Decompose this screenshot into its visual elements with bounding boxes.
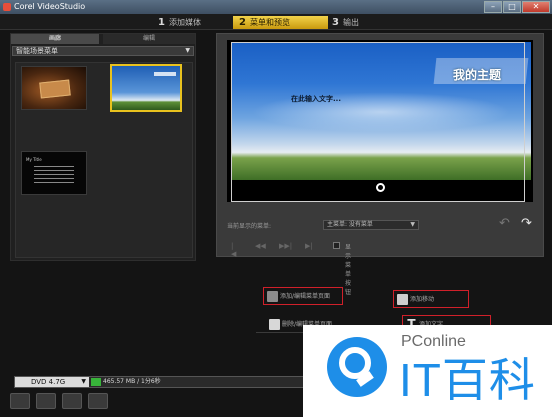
step-number: 1 — [158, 17, 165, 28]
motion-icon — [397, 294, 408, 305]
template-thumbnails: My Title — [15, 62, 193, 258]
first-page-button[interactable]: |◀ — [231, 242, 236, 258]
title-bar: Corel VideoStudio — [0, 0, 552, 14]
last-page-button[interactable]: ▶| — [305, 242, 313, 250]
prev-page-button[interactable]: ◀◀ — [255, 242, 266, 250]
watermark: PConline IT百科 — [303, 325, 552, 417]
add-page-icon — [267, 291, 278, 302]
gear-icon[interactable] — [36, 393, 56, 409]
show-menu-buttons-checkbox[interactable] — [333, 242, 340, 249]
step-label: 菜单和预览 — [249, 18, 290, 27]
template-library-panel: 画廊 编辑 智能场景菜单 ▼ My Title — [10, 33, 196, 261]
add-menu-page-button[interactable]: 添加/编辑菜单页面 — [263, 287, 343, 305]
template-thumb-1[interactable] — [21, 66, 87, 110]
disc-usage-text: 465.57 MB / 1分6秒 — [103, 378, 161, 385]
step-label: 输出 — [342, 18, 359, 27]
button-label: 添加移动 — [410, 296, 435, 303]
chevron-down-icon: ▼ — [410, 221, 415, 228]
close-button[interactable]: ✕ — [522, 1, 550, 13]
add-motion-button[interactable]: 添加移动 — [393, 290, 469, 308]
settings-icon[interactable] — [10, 393, 30, 409]
current-menu-value: 主菜单: 没有菜单 — [327, 221, 373, 228]
template-thumb-3[interactable]: My Title — [21, 151, 87, 195]
step-number: 3 — [332, 17, 339, 28]
current-menu-row: 当前显示的菜单: 主菜单: 没有菜单 ▼ ↶ ↷ — [227, 216, 533, 232]
undo-icon[interactable]: ↶ — [499, 216, 510, 231]
bottom-toolbar — [10, 393, 108, 409]
thumb-heading: My Title — [26, 157, 42, 162]
minimize-button[interactable]: – — [484, 1, 502, 13]
step-menu-preview[interactable]: 2 菜单和预览 — [233, 16, 328, 29]
disc-type-value: DVD 4.7G — [31, 378, 66, 386]
maximize-button[interactable]: □ — [503, 1, 521, 13]
pconline-logo-icon — [327, 337, 387, 397]
printer-icon[interactable] — [88, 393, 108, 409]
template-thumb-2-selected[interactable] — [110, 64, 182, 112]
tab-gallery[interactable]: 画廊 — [11, 34, 99, 44]
chevron-down-icon: ▼ — [185, 47, 190, 54]
current-menu-select[interactable]: 主菜单: 没有菜单 ▼ — [323, 220, 419, 230]
step-output[interactable]: 3 输出 — [332, 16, 392, 29]
step-label: 添加媒体 — [168, 18, 201, 27]
delete-page-icon — [269, 319, 280, 330]
window-controls: – □ ✕ — [484, 1, 550, 13]
watermark-brand-cn: IT百科 — [399, 354, 536, 406]
next-page-button[interactable]: ▶▶| — [279, 242, 292, 250]
current-menu-label: 当前显示的菜单: — [227, 223, 272, 230]
chevron-down-icon: ▼ — [81, 378, 86, 385]
disc-usage-fill — [91, 378, 101, 386]
play-icon[interactable] — [376, 183, 385, 192]
preview-screen[interactable]: 我的主题 在此输入文字... — [227, 40, 533, 202]
button-label: 添加/编辑菜单页面 — [280, 293, 331, 300]
disc-type-select[interactable]: DVD 4.7G ▼ — [15, 377, 89, 387]
redo-icon[interactable]: ↷ — [521, 216, 532, 231]
title-safe-frame — [231, 42, 525, 202]
tab-edit[interactable]: 编辑 — [103, 34, 195, 44]
watermark-brand: PConline — [401, 333, 466, 350]
show-menu-buttons-label: 显示菜单按钮 — [345, 244, 352, 296]
hdv-icon[interactable] — [62, 393, 82, 409]
step-navigation: 1 添加媒体 2 菜单和预览 3 输出 — [0, 14, 552, 30]
template-category-value: 智能场景菜单 — [16, 47, 58, 55]
window-title: Corel VideoStudio — [14, 2, 86, 11]
step-add-media[interactable]: 1 添加媒体 — [158, 16, 233, 29]
app-icon — [3, 3, 11, 11]
step-number: 2 — [239, 17, 246, 28]
menu-preview-panel: 我的主题 在此输入文字... 当前显示的菜单: 主菜单: 没有菜单 ▼ ↶ ↷ … — [216, 33, 544, 296]
template-category-select[interactable]: 智能场景菜单 ▼ — [12, 46, 194, 56]
